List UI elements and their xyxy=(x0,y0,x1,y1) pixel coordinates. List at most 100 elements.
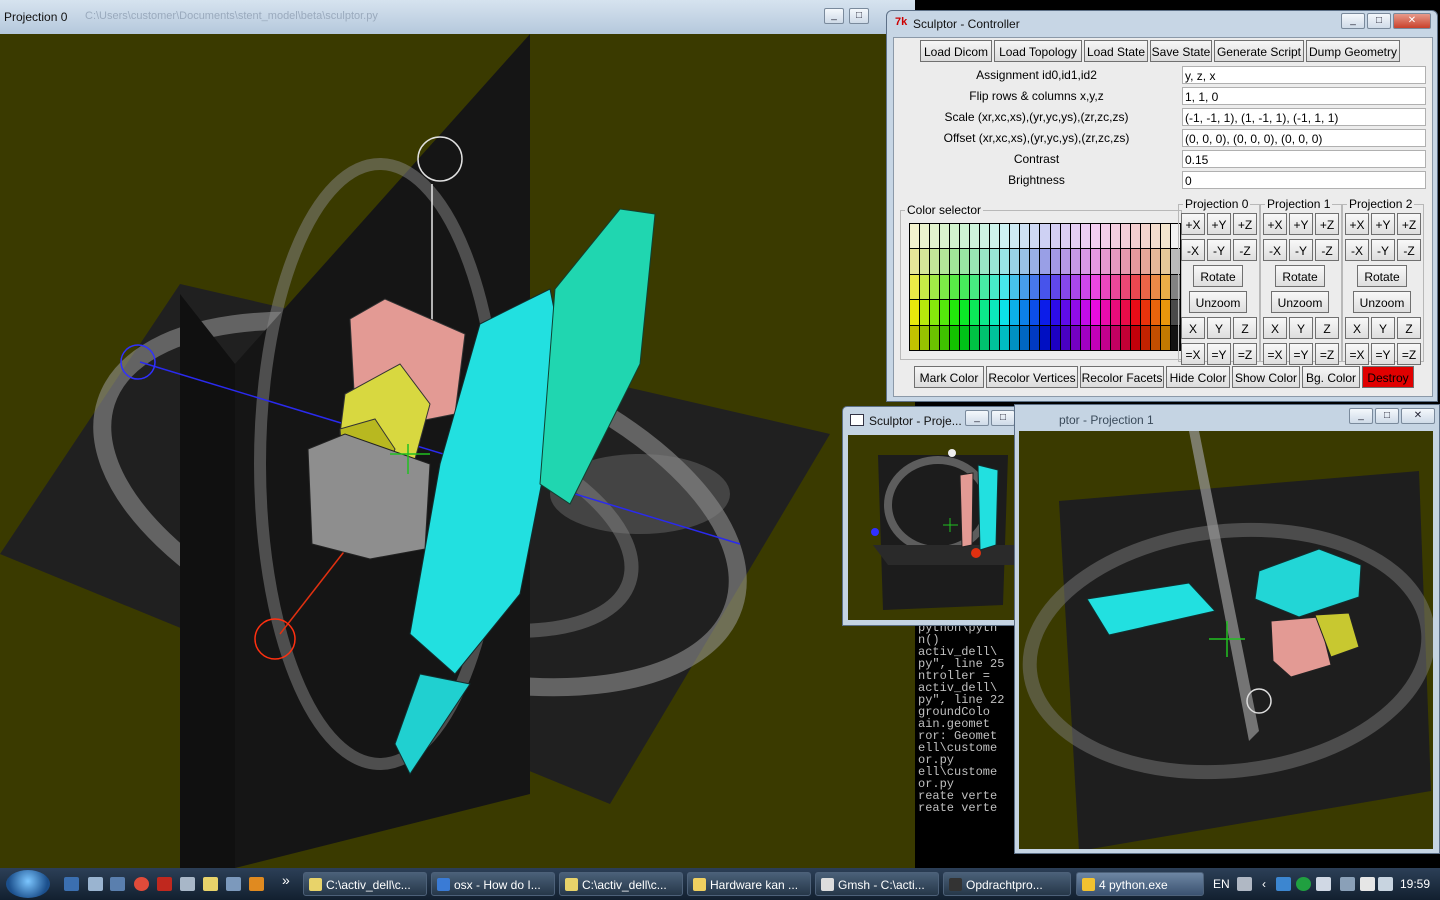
proj1-z-button[interactable]: Z xyxy=(1315,317,1339,339)
color-swatch[interactable] xyxy=(1010,300,1020,325)
color-swatch[interactable] xyxy=(950,224,960,249)
color-swatch[interactable] xyxy=(1010,274,1020,300)
proj2-minus-z-button[interactable]: -Z xyxy=(1397,239,1421,261)
color-swatch[interactable] xyxy=(950,300,960,325)
color-swatch[interactable] xyxy=(960,300,970,325)
color-swatch[interactable] xyxy=(1110,249,1120,274)
color-swatch[interactable] xyxy=(1000,325,1010,350)
proj0-plusminus-y-button[interactable]: +Y xyxy=(1207,213,1231,235)
color-swatch[interactable] xyxy=(1070,300,1080,325)
proj0-minus-y-button[interactable]: -Y xyxy=(1207,239,1231,261)
color-swatch[interactable] xyxy=(1020,249,1030,274)
color-swatch[interactable] xyxy=(1060,300,1070,325)
offset-field[interactable]: (0, 0, 0), (0, 0, 0), (0, 0, 0) xyxy=(1182,129,1426,147)
recolor-facets-button[interactable]: Recolor Facets xyxy=(1080,366,1164,388)
proj2-y-button[interactable]: Y xyxy=(1371,317,1395,339)
generate-script-button[interactable]: Generate Script xyxy=(1214,40,1304,62)
proj2-x-button[interactable]: X xyxy=(1345,317,1369,339)
color-swatch[interactable] xyxy=(1150,325,1160,350)
taskbar-item[interactable]: Gmsh - C:\acti... xyxy=(815,872,939,896)
proj2-rotate-button[interactable]: Rotate xyxy=(1357,265,1407,287)
color-swatch[interactable] xyxy=(920,249,930,274)
color-swatch[interactable] xyxy=(1080,224,1090,249)
dump-geometry-button[interactable]: Dump Geometry xyxy=(1306,40,1400,62)
color-swatch[interactable] xyxy=(1090,274,1100,300)
color-swatch[interactable] xyxy=(910,249,920,274)
color-swatch[interactable] xyxy=(1050,249,1060,274)
color-swatch[interactable] xyxy=(1070,224,1080,249)
color-swatch[interactable] xyxy=(1020,300,1030,325)
color-swatch[interactable] xyxy=(970,274,980,300)
show-color-button[interactable]: Show Color xyxy=(1232,366,1300,388)
color-swatch[interactable] xyxy=(1150,300,1160,325)
color-swatch[interactable] xyxy=(920,274,930,300)
color-swatch[interactable] xyxy=(1080,274,1090,300)
color-palette[interactable] xyxy=(909,223,1181,351)
color-swatch[interactable] xyxy=(1160,224,1170,249)
color-swatch[interactable] xyxy=(1140,300,1150,325)
color-swatch[interactable] xyxy=(1100,274,1110,300)
color-swatch[interactable] xyxy=(1080,300,1090,325)
color-swatch[interactable] xyxy=(910,325,920,350)
proj2-z-button[interactable]: Z xyxy=(1397,317,1421,339)
mark-color-button[interactable]: Mark Color xyxy=(914,366,984,388)
color-swatch[interactable] xyxy=(1150,224,1160,249)
more-icon[interactable]: » xyxy=(282,872,290,888)
color-swatch[interactable] xyxy=(910,274,920,300)
minimize-button[interactable]: _ xyxy=(824,8,844,24)
flip-field[interactable]: 1, 1, 0 xyxy=(1182,87,1426,105)
color-swatch[interactable] xyxy=(1010,249,1020,274)
proj1-plusminus-y-button[interactable]: +Y xyxy=(1289,213,1313,235)
color-swatch[interactable] xyxy=(940,224,950,249)
color-swatch[interactable] xyxy=(1130,274,1140,300)
minimize-button[interactable]: _ xyxy=(1349,408,1373,424)
color-swatch[interactable] xyxy=(920,300,930,325)
color-swatch[interactable] xyxy=(1130,300,1140,325)
color-swatch[interactable] xyxy=(1100,300,1110,325)
color-swatch[interactable] xyxy=(910,300,920,325)
taskbar-item[interactable]: C:\activ_dell\c... xyxy=(559,872,683,896)
color-swatch[interactable] xyxy=(1150,249,1160,274)
color-swatch[interactable] xyxy=(1140,249,1150,274)
proj1-eq-y-button[interactable]: =Y xyxy=(1289,343,1313,365)
proj0-z-button[interactable]: Z xyxy=(1233,317,1257,339)
color-swatch[interactable] xyxy=(1020,325,1030,350)
recolor-vertices-button[interactable]: Recolor Vertices xyxy=(986,366,1078,388)
color-swatch[interactable] xyxy=(1130,325,1140,350)
proj1-minus-z-button[interactable]: -Z xyxy=(1315,239,1339,261)
proj1-minus-y-button[interactable]: -Y xyxy=(1289,239,1313,261)
filezilla-icon[interactable] xyxy=(157,877,172,891)
color-swatch[interactable] xyxy=(1100,325,1110,350)
proj2-minus-x-button[interactable]: -X xyxy=(1345,239,1369,261)
proj0-x-button[interactable]: X xyxy=(1181,317,1205,339)
color-swatch[interactable] xyxy=(1010,325,1020,350)
color-swatch[interactable] xyxy=(910,224,920,249)
color-swatch[interactable] xyxy=(950,325,960,350)
color-swatch[interactable] xyxy=(1040,274,1050,300)
proj1-x-button[interactable]: X xyxy=(1263,317,1287,339)
color-swatch[interactable] xyxy=(1060,274,1070,300)
power-icon[interactable] xyxy=(1360,877,1375,891)
network-icon[interactable] xyxy=(1340,877,1355,891)
color-swatch[interactable] xyxy=(1020,274,1030,300)
tray-icon[interactable] xyxy=(1296,877,1311,891)
color-swatch[interactable] xyxy=(1000,224,1010,249)
save-state-button[interactable]: Save State xyxy=(1150,40,1212,62)
color-swatch[interactable] xyxy=(1070,274,1080,300)
proj2-minus-y-button[interactable]: -Y xyxy=(1371,239,1395,261)
notepad-icon[interactable] xyxy=(203,877,218,891)
proj1-plusminus-z-button[interactable]: +Z xyxy=(1315,213,1339,235)
proj1-unzoom-button[interactable]: Unzoom xyxy=(1271,291,1329,313)
proj0-eq-x-button[interactable]: =X xyxy=(1181,343,1205,365)
color-swatch[interactable] xyxy=(1030,325,1040,350)
color-swatch[interactable] xyxy=(930,300,940,325)
color-swatch[interactable] xyxy=(980,224,990,249)
proj1-minus-x-button[interactable]: -X xyxy=(1263,239,1287,261)
color-swatch[interactable] xyxy=(1120,274,1130,300)
color-swatch[interactable] xyxy=(920,224,930,249)
color-swatch[interactable] xyxy=(980,325,990,350)
color-swatch[interactable] xyxy=(930,325,940,350)
color-swatch[interactable] xyxy=(1150,274,1160,300)
bg-color-button[interactable]: Bg. Color xyxy=(1302,366,1360,388)
color-swatch[interactable] xyxy=(990,325,1000,350)
